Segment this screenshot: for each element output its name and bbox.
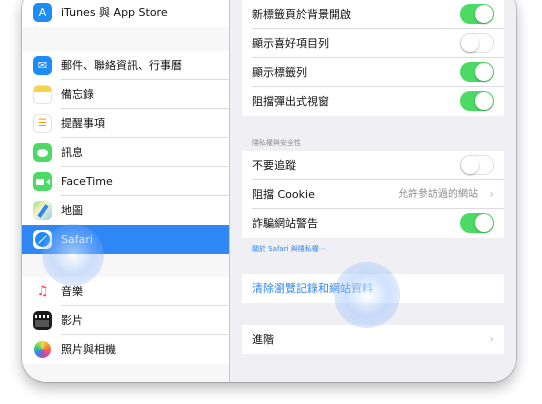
- sidebar-item-music[interactable]: ♫ 音樂: [22, 277, 229, 306]
- sidebar-item-label: 訊息: [61, 146, 83, 159]
- notes-icon: [33, 85, 52, 104]
- clear-history-label: 清除瀏覽記錄和網站資料: [252, 282, 373, 295]
- mail-icon: ✉: [33, 56, 52, 75]
- setting-label: 顯示標籤列: [252, 66, 307, 79]
- sidebar-item-label: FaceTime: [61, 175, 113, 188]
- sidebar-item-notes[interactable]: 備忘錄: [22, 80, 229, 109]
- sidebar-item-messages[interactable]: 訊息: [22, 138, 229, 167]
- photos-icon: [34, 341, 51, 358]
- sidebar-item-reminders[interactable]: ☰ 提醒事項: [22, 109, 229, 138]
- setting-label: 新標籤頁於背景開啟: [252, 8, 351, 21]
- block-popups-toggle[interactable]: [460, 91, 494, 111]
- setting-fraud-warning: 詐騙網站警告: [242, 209, 504, 238]
- sidebar-item-facetime[interactable]: FaceTime: [22, 167, 229, 196]
- maps-icon: [33, 201, 52, 220]
- privacy-settings-group: 不要追蹤 阻擋 Cookie 允許參訪過的網站 › 詐騙網站警告: [242, 151, 504, 238]
- about-safari-privacy-link[interactable]: 關於 Safari 與隱私權⋯: [252, 244, 326, 254]
- sidebar-item-label: 音樂: [61, 285, 83, 298]
- setting-label: 阻擋 Cookie: [252, 188, 315, 201]
- clear-history-group: 清除瀏覽記錄和網站資料: [242, 274, 504, 303]
- settings-sidebar: A iTunes 與 App Store ✉ 郵件、聯絡資訊、行事曆 備忘錄 ☰…: [22, 0, 230, 382]
- sidebar-item-itunes-app-store[interactable]: A iTunes 與 App Store: [22, 0, 229, 27]
- block-cookies-value: 允許參訪過的網站: [398, 189, 478, 200]
- setting-label: 阻擋彈出式視窗: [252, 95, 329, 108]
- sidebar-item-label: 郵件、聯絡資訊、行事曆: [61, 59, 182, 72]
- setting-label: 不要追蹤: [252, 159, 296, 172]
- show-favorites-bar-toggle[interactable]: [460, 33, 494, 53]
- chevron-right-icon: ›: [489, 187, 494, 201]
- setting-do-not-track: 不要追蹤: [242, 151, 504, 180]
- setting-label: 顯示喜好項目列: [252, 37, 329, 50]
- safari-settings-detail: 新標籤頁於背景開啟 顯示喜好項目列 顯示標籤列 阻擋彈出式視窗 隱私權與安全性: [230, 0, 516, 382]
- sidebar-item-safari[interactable]: Safari: [22, 225, 229, 254]
- sidebar-item-maps[interactable]: 地圖: [22, 196, 229, 225]
- videos-icon: [33, 311, 52, 330]
- sidebar-item-label: 地圖: [61, 204, 83, 217]
- advanced-group: 進階 ›: [242, 325, 504, 354]
- safari-icon: [33, 230, 52, 249]
- sidebar-item-label: 備忘錄: [61, 88, 94, 101]
- setting-advanced[interactable]: 進階 ›: [242, 325, 504, 354]
- sidebar-item-mail-contacts-calendars[interactable]: ✉ 郵件、聯絡資訊、行事曆: [22, 51, 229, 80]
- privacy-section-header: 隱私權與安全性: [252, 139, 301, 147]
- sidebar-item-videos[interactable]: 影片: [22, 306, 229, 335]
- sidebar-item-photos-camera[interactable]: 照片與相機: [22, 335, 229, 364]
- setting-block-cookies[interactable]: 阻擋 Cookie 允許參訪過的網站 ›: [242, 180, 504, 209]
- open-new-tabs-background-toggle[interactable]: [460, 4, 494, 24]
- sidebar-item-label: 照片與相機: [61, 343, 116, 356]
- setting-block-popups: 阻擋彈出式視窗: [242, 87, 504, 116]
- setting-open-new-tabs-background: 新標籤頁於背景開啟: [242, 0, 504, 29]
- sidebar-item-label: iTunes 與 App Store: [61, 6, 168, 19]
- facetime-icon: [33, 172, 52, 191]
- fraud-warning-toggle[interactable]: [460, 213, 494, 233]
- setting-label: 詐騙網站警告: [252, 217, 318, 230]
- setting-show-favorites-bar: 顯示喜好項目列: [242, 29, 504, 58]
- setting-show-tab-bar: 顯示標籤列: [242, 58, 504, 87]
- setting-label: 進階: [252, 333, 274, 346]
- app-store-icon: A: [33, 3, 52, 22]
- ipad-screen: A iTunes 與 App Store ✉ 郵件、聯絡資訊、行事曆 備忘錄 ☰…: [22, 0, 516, 382]
- sidebar-item-label: 提醒事項: [61, 117, 105, 130]
- clear-history-button[interactable]: 清除瀏覽記錄和網站資料: [242, 274, 504, 303]
- sidebar-item-label: 影片: [61, 314, 83, 327]
- chevron-right-icon: ›: [489, 332, 494, 346]
- do-not-track-toggle[interactable]: [460, 155, 494, 175]
- messages-icon: [33, 143, 52, 162]
- general-settings-group: 新標籤頁於背景開啟 顯示喜好項目列 顯示標籤列 阻擋彈出式視窗: [242, 0, 504, 116]
- reminders-icon: ☰: [33, 114, 52, 133]
- music-icon: ♫: [33, 282, 52, 301]
- show-tab-bar-toggle[interactable]: [460, 62, 494, 82]
- sidebar-item-label: Safari: [61, 233, 93, 246]
